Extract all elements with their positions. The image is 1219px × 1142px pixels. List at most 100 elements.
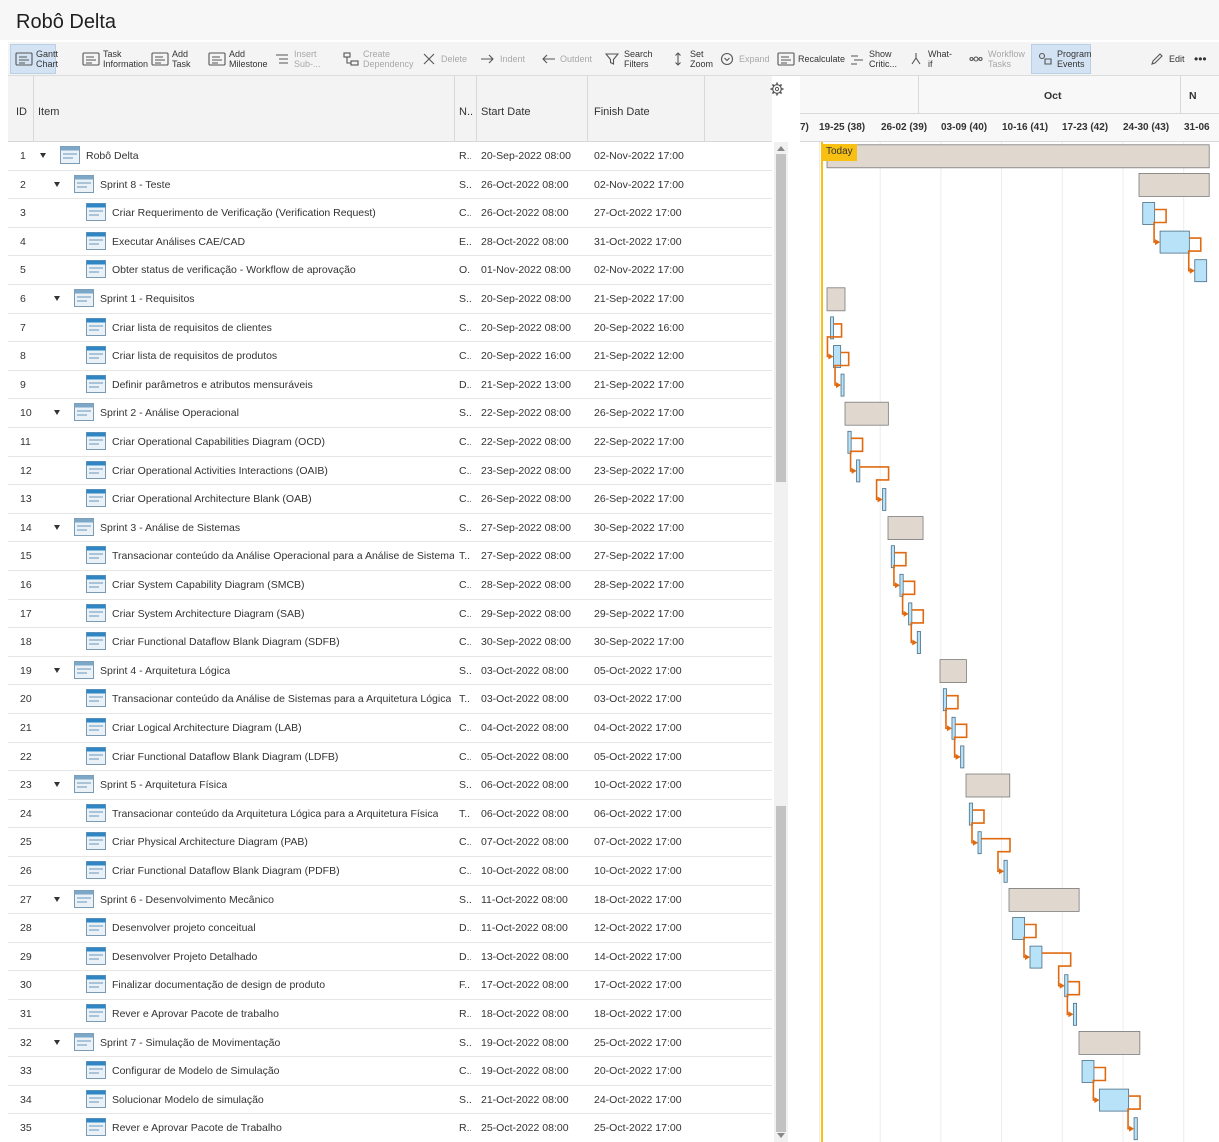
table-row[interactable]: 35 Rever e Aprovar Pacote de Trabalho R...…	[8, 1114, 772, 1142]
task-bar[interactable]	[899, 573, 904, 597]
grid-vertical-scrollbar[interactable]	[774, 142, 788, 1142]
task-bar[interactable]	[1064, 974, 1069, 998]
dependency-arrow-icon[interactable]	[972, 839, 978, 846]
create-dependency-button[interactable]: Create Dependency	[338, 44, 414, 74]
table-row[interactable]: 24 Transacionar conteúdo da Arquitetura L…	[8, 800, 772, 829]
table-row[interactable]: 23 Sprint 5 - Arquitetura Física S... 06-Oc…	[8, 771, 772, 800]
task-bar[interactable]	[833, 345, 842, 368]
task-bar[interactable]	[1142, 202, 1156, 225]
task-bar[interactable]	[1159, 230, 1190, 254]
scroll-up-icon[interactable]	[777, 146, 785, 151]
column-divider[interactable]	[587, 76, 588, 142]
column-header-n[interactable]: N..	[459, 106, 473, 118]
workflow-tasks-button[interactable]: Workflow Tasks	[963, 44, 1025, 74]
indent-button[interactable]: Indent	[475, 44, 525, 74]
add-milestone-button[interactable]: Add Milestone	[204, 44, 268, 74]
dependency-arrow-icon[interactable]	[894, 582, 900, 589]
table-row[interactable]: 10 Sprint 2 - Análise Operacional S... 22-S…	[8, 399, 772, 428]
what-if-button[interactable]: What- if	[903, 44, 953, 74]
task-bar[interactable]	[960, 745, 965, 769]
table-row[interactable]: 32 Sprint 7 - Simulação de Movimentação S.…	[8, 1029, 772, 1058]
table-row[interactable]: 11 Criar Operational Capabilities Diagram…	[8, 428, 772, 457]
table-row[interactable]: 15 Transacionar conteúdo da Análise Opera…	[8, 542, 772, 571]
column-divider[interactable]	[704, 76, 705, 142]
summary-bar[interactable]	[826, 144, 1210, 169]
outdent-button[interactable]: Outdent	[535, 44, 592, 74]
critical-path-button[interactable]: Show Critic...	[844, 44, 897, 74]
summary-bar[interactable]	[939, 659, 967, 683]
table-row[interactable]: 5 Obter status de verificação - Workflow …	[8, 256, 772, 285]
task-bar[interactable]	[908, 602, 913, 626]
summary-bar[interactable]	[887, 516, 924, 541]
table-row[interactable]: 28 Desenvolver projeto conceitual D... 11-O…	[8, 914, 772, 943]
dependency-arrow-icon[interactable]	[851, 467, 857, 474]
table-row[interactable]: 21 Criar Logical Architecture Diagram (LA…	[8, 714, 772, 743]
table-row[interactable]: 25 Criar Physical Architecture Diagram (P…	[8, 828, 772, 857]
dependency-arrow-icon[interactable]	[828, 353, 834, 360]
table-row[interactable]: 9 Definir parâmetros e atributos mensuráv…	[8, 371, 772, 400]
summary-bar[interactable]	[1078, 1031, 1141, 1055]
dependency-arrow-icon[interactable]	[912, 639, 918, 646]
recalculate-button[interactable]: Recalculate	[773, 44, 845, 74]
table-row[interactable]: 16 Criar System Capability Diagram (SMCB)…	[8, 571, 772, 600]
column-header-id[interactable]: ID	[16, 106, 27, 118]
summary-bar[interactable]	[965, 773, 1011, 798]
task-bar[interactable]	[1012, 917, 1025, 940]
task-information-button[interactable]: Task Information	[78, 44, 148, 74]
dependency-arrow-icon[interactable]	[1025, 954, 1031, 961]
collapse-caret-icon[interactable]	[40, 153, 46, 158]
task-bar[interactable]	[1072, 1002, 1078, 1026]
collapse-caret-icon[interactable]	[54, 896, 60, 902]
table-row[interactable]: 26 Criar Functional Dataflow Blank Diagra…	[8, 857, 772, 886]
table-row[interactable]: 12 Criar Operational Activities Interacti…	[8, 457, 772, 486]
dependency-arrow-icon[interactable]	[836, 382, 842, 389]
task-bar[interactable]	[856, 459, 861, 483]
task-bar[interactable]	[1029, 945, 1043, 969]
column-divider[interactable]	[476, 76, 477, 142]
delete-button[interactable]: Delete	[416, 44, 467, 74]
table-row[interactable]: 2 Sprint 8 - Teste S... 26-Oct-2022 08:00 02…	[8, 171, 772, 200]
task-bar[interactable]	[882, 488, 887, 511]
scroll-down-icon[interactable]	[777, 1133, 785, 1138]
task-bar[interactable]	[1133, 1117, 1138, 1141]
summary-bar[interactable]	[844, 401, 889, 426]
column-header-start-date[interactable]: Start Date	[481, 106, 531, 118]
table-row[interactable]: 19 Sprint 4 - Arquitetura Lógica S... 03-Oc…	[8, 657, 772, 686]
program-events-button[interactable]: Program Events	[1031, 44, 1092, 74]
task-bar[interactable]	[847, 430, 852, 454]
add-task-button[interactable]: Add Task	[147, 44, 191, 74]
zoom-button[interactable]: Set Zoom	[665, 44, 713, 74]
task-bar[interactable]	[1098, 1088, 1130, 1112]
collapse-caret-icon[interactable]	[54, 1039, 60, 1045]
task-bar[interactable]	[916, 631, 921, 654]
table-row[interactable]: 27 Sprint 6 - Desenvolvimento Mecânico S..…	[8, 886, 772, 915]
table-row[interactable]: 34 Solucionar Modelo de simulação S... 21-O…	[8, 1086, 772, 1115]
table-row[interactable]: 3 Criar Requerimento de Verificação (Veri…	[8, 199, 772, 228]
task-bar[interactable]	[1081, 1060, 1095, 1083]
expand-button[interactable]: Expand	[714, 44, 770, 74]
table-row[interactable]: 14 Sprint 3 - Análise de Sistemas S... 27-S…	[8, 514, 772, 543]
table-row[interactable]: 6 Sprint 1 - Requisitos S... 20-Sep-2022 08…	[8, 285, 772, 314]
column-header-finish-date[interactable]: Finish Date	[594, 106, 650, 118]
table-row[interactable]: 8 Criar lista de requisitos de produtos C.…	[8, 342, 772, 371]
column-divider[interactable]	[33, 76, 34, 142]
table-row[interactable]: 17 Criar System Architecture Diagram (SAB…	[8, 600, 772, 629]
dependency-arrow-icon[interactable]	[1129, 1125, 1135, 1132]
task-bar[interactable]	[951, 716, 956, 740]
table-row[interactable]: 4 Executar Análises CAE/CAD E... 28-Oct-202…	[8, 228, 772, 257]
table-row[interactable]: 18 Criar Functional Dataflow Blank Diagra…	[8, 628, 772, 657]
collapse-caret-icon[interactable]	[54, 410, 60, 416]
task-bar[interactable]	[830, 316, 834, 340]
dependency-arrow-icon[interactable]	[1189, 267, 1195, 274]
gear-icon[interactable]	[770, 82, 784, 96]
table-row[interactable]: 1 Robô Delta R... 20-Sep-2022 08:00 02-Nov-2…	[8, 142, 772, 171]
table-row[interactable]: 29 Desenvolver Projeto Detalhado D... 13-Oc…	[8, 943, 772, 972]
dependency-arrow-icon[interactable]	[955, 753, 961, 760]
task-bar[interactable]	[977, 831, 982, 855]
collapse-caret-icon[interactable]	[54, 181, 60, 187]
table-row[interactable]: 31 Rever e Aprovar Pacote de trabalho R...…	[8, 1000, 772, 1029]
table-row[interactable]: 20 Transacionar conteúdo da Análise de Si…	[8, 685, 772, 714]
more-button[interactable]: •••	[1194, 44, 1216, 74]
collapse-caret-icon[interactable]	[54, 524, 60, 530]
dependency-arrow-icon[interactable]	[903, 610, 909, 617]
